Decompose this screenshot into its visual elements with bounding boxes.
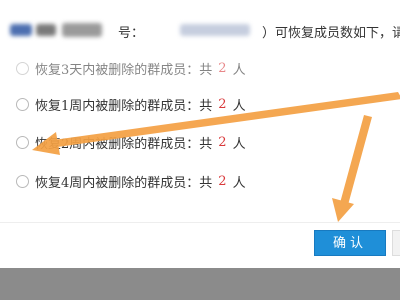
option-restore-4-weeks[interactable]: 恢复4周内被删除的群成员：共 2 人 xyxy=(16,170,246,192)
option-label: 恢复3天内被删除的群成员：共 xyxy=(35,62,213,78)
option-unit: 人 xyxy=(232,62,246,78)
instruction-text-start: 号： xyxy=(118,26,145,41)
redacted-group-number xyxy=(180,24,250,36)
member-count: 2 xyxy=(218,96,227,112)
option-label: 恢复1周内被删除的群成员：共 xyxy=(35,98,213,114)
member-count: 2 xyxy=(218,60,227,76)
option-restore-1-week[interactable]: 恢复1周内被删除的群成员：共 2 人 xyxy=(16,93,246,115)
radio-button[interactable] xyxy=(16,97,29,111)
option-label: 恢复4周内被删除的群成员：共 xyxy=(35,175,213,191)
confirm-button[interactable]: 确认 xyxy=(314,230,386,256)
option-unit: 人 xyxy=(232,98,246,114)
radio-button[interactable] xyxy=(16,61,29,75)
radio-button[interactable] xyxy=(16,135,29,149)
option-restore-3-days[interactable]: 恢复3天内被删除的群成员：共 2 人 xyxy=(16,57,246,79)
option-label: 恢复2周内被删除的群成员：共 xyxy=(35,136,213,152)
redacted-area xyxy=(62,23,102,37)
arrow-to-confirm-icon xyxy=(332,115,372,222)
instruction-text-end: ）可恢复成员数如下，请选择 xyxy=(262,26,400,41)
cancel-button[interactable] xyxy=(392,230,400,256)
background-overlay xyxy=(0,268,400,300)
instruction-line: 号： ）可恢复成员数如下，请选择 xyxy=(0,20,400,42)
member-count: 2 xyxy=(218,134,227,150)
footer-divider xyxy=(0,222,400,223)
option-restore-2-weeks[interactable]: 恢复2周内被删除的群成员：共 2 人 xyxy=(16,131,246,153)
redacted-area xyxy=(10,24,32,36)
option-unit: 人 xyxy=(232,175,246,191)
member-count: 2 xyxy=(218,173,227,189)
restore-members-dialog: 号： ）可恢复成员数如下，请选择 恢复3天内被删除的群成员：共 2 人 恢复1周… xyxy=(0,0,400,300)
option-unit: 人 xyxy=(232,136,246,152)
radio-button[interactable] xyxy=(16,174,29,188)
redacted-area xyxy=(36,24,56,36)
